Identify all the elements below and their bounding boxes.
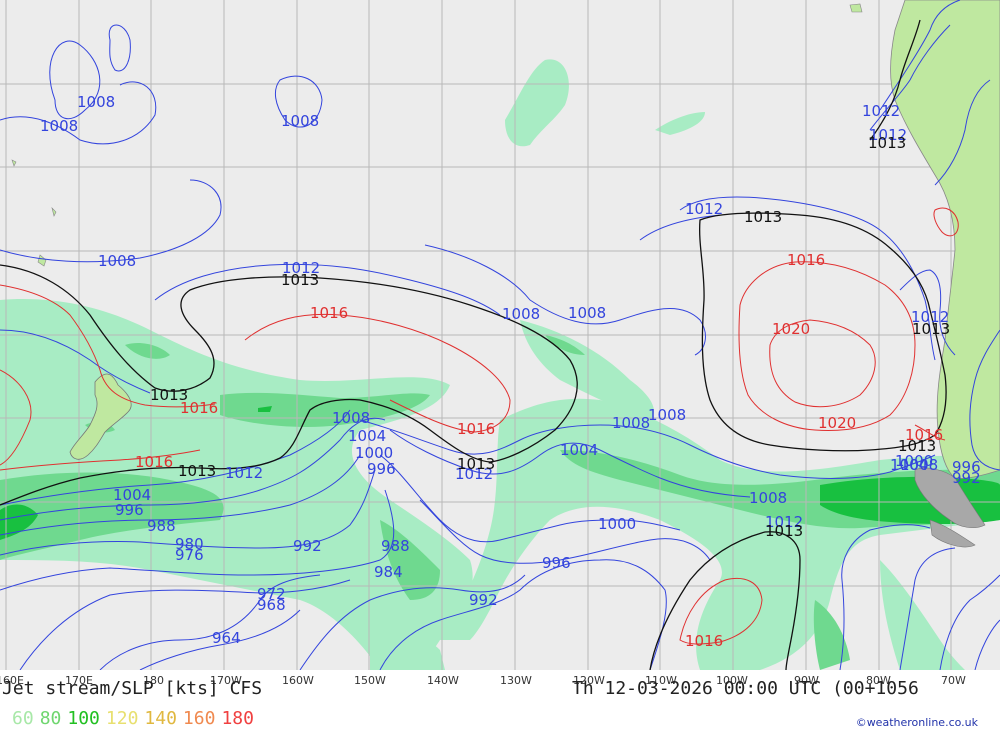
map-title: Jet stream/SLP [kts] CFS (2, 678, 263, 699)
isobar-label: 992 (952, 469, 981, 487)
isobar-label: 1008 (40, 117, 78, 135)
isobar-label: 984 (374, 563, 403, 581)
isobar-label: 1008 (648, 406, 686, 424)
longitude-label: 70W (941, 674, 966, 687)
isobar-label: 988 (381, 537, 410, 555)
isobar-label: 996 (542, 554, 571, 572)
isobar-label: 1012 (225, 464, 263, 482)
isobar-label-1013: 1013 (868, 134, 906, 152)
isobar-label: 1008 (281, 112, 319, 130)
legend-item-80: 80 (39, 708, 62, 729)
isobar-label: 968 (257, 596, 286, 614)
isobar-label: 1008 (568, 304, 606, 322)
isobar-label: 1008 (612, 414, 650, 432)
isobar-label: 1020 (818, 414, 856, 432)
longitude-label: 160W (282, 674, 314, 687)
isobar-label: 1016 (310, 304, 348, 322)
isobar-label: 1012 (685, 200, 723, 218)
isobar-label: 992 (293, 537, 322, 555)
isobar-label: 992 (469, 591, 498, 609)
isobar-label: 996 (367, 460, 396, 478)
isobar-label-1013: 1013 (912, 320, 950, 338)
isobar-label: 1004 (560, 441, 598, 459)
isobar-label: 996 (115, 501, 144, 519)
legend-item-100: 100 (67, 708, 100, 729)
isobar-label: 1016 (787, 251, 825, 269)
legend-item-120: 120 (105, 708, 139, 729)
wind-speed-legend: 60 80 100 120 140 160 180 (12, 708, 260, 729)
isobar-label-1013: 1013 (281, 271, 319, 289)
legend-item-180: 180 (221, 708, 254, 729)
legend-item-140: 140 (144, 708, 177, 729)
isobar-label: 964 (212, 629, 241, 647)
longitude-label: 150W (354, 674, 386, 687)
isobar-label: 1008 (332, 409, 370, 427)
isobar-label-1013: 1013 (765, 522, 803, 540)
isobar-label-1013: 1013 (178, 462, 216, 480)
isobar-label: 1020 (772, 320, 810, 338)
legend-item-160: 160 (182, 708, 216, 729)
isobar-label: 1008 (77, 93, 115, 111)
isobar-label: 1008 (502, 305, 540, 323)
isobar-label: 1004 (348, 427, 386, 445)
weather-map: 1008 1008 1008 1008 1012 1008 1008 1012 … (0, 0, 1000, 670)
isobar-label: 1016 (905, 426, 943, 444)
legend-item-60: 60 (12, 708, 34, 729)
isobar-label: 976 (175, 546, 204, 564)
longitude-label: 130W (500, 674, 532, 687)
site-credit-link[interactable]: ©weatheronline.co.uk (856, 716, 978, 729)
isobar-label: 1016 (457, 420, 495, 438)
isobar-label: 1012 (862, 102, 900, 120)
isobar-label: 1016 (180, 399, 218, 417)
isobar-label-1013: 1013 (457, 455, 495, 473)
isobar-label: 1000 (598, 515, 636, 533)
isobar-label: 1004 (890, 456, 928, 474)
valid-time: Th 12-03-2026 00:00 UTC (00+1056 (572, 678, 919, 699)
isobar-label: 1008 (749, 489, 787, 507)
isobar-label: 1008 (98, 252, 136, 270)
isobar-label: 988 (147, 517, 176, 535)
isobar-label: 1016 (685, 632, 723, 650)
isobar-label: 1016 (135, 453, 173, 471)
longitude-label: 140W (427, 674, 459, 687)
isobar-label-1013: 1013 (744, 208, 782, 226)
